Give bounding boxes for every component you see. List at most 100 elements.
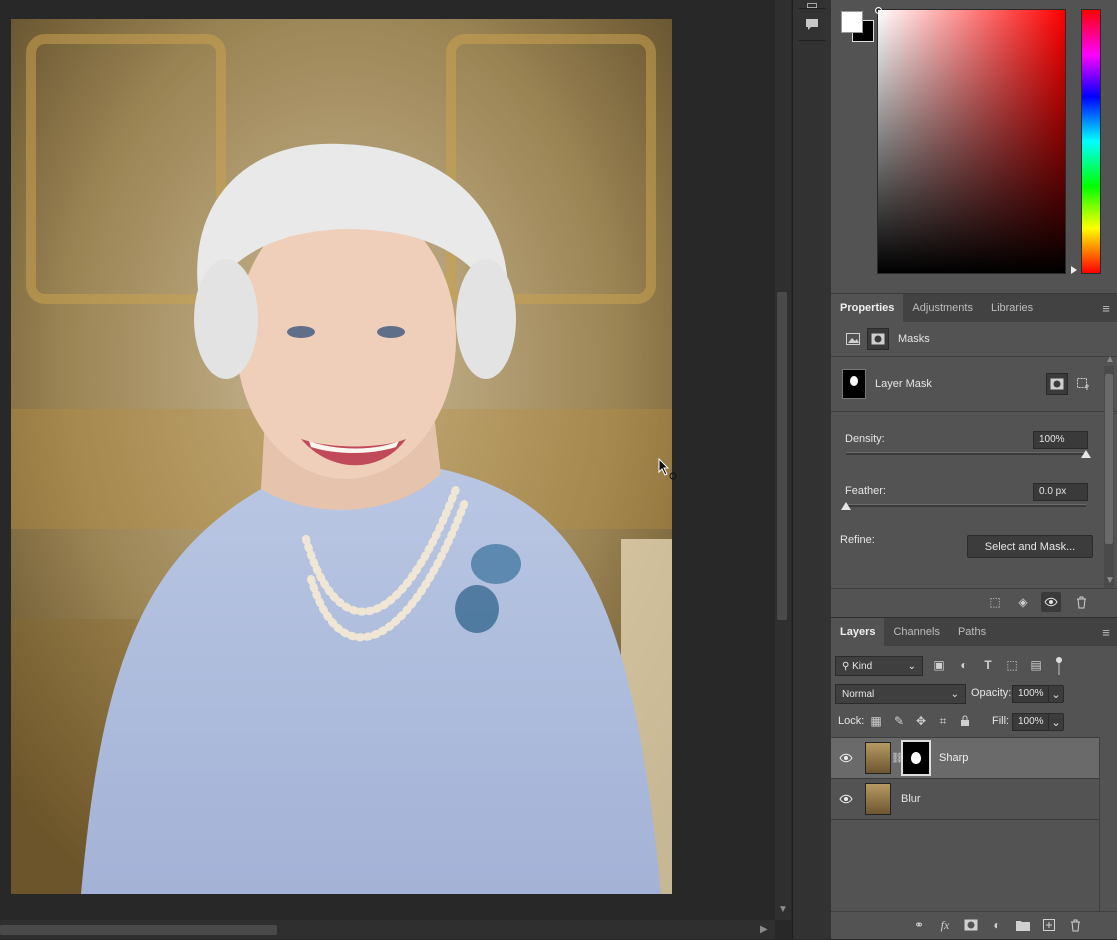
- layer-name[interactable]: Blur: [901, 793, 921, 805]
- feather-label: Feather:: [845, 485, 886, 497]
- chevron-down-icon: ⌄: [907, 660, 916, 672]
- new-layer-icon[interactable]: [1039, 915, 1059, 935]
- move-cursor-icon: [658, 457, 680, 483]
- filter-shape-icon[interactable]: ⬚: [1002, 655, 1022, 675]
- filter-adjustment-icon[interactable]: ◐: [954, 655, 974, 675]
- blend-mode-value: Normal: [842, 688, 875, 700]
- layer-mask-thumbnail[interactable]: [901, 740, 931, 776]
- strip-divider: [799, 8, 825, 9]
- foreground-color-swatch[interactable]: [841, 11, 863, 33]
- new-adjustment-layer-icon[interactable]: ◐: [987, 915, 1007, 935]
- density-label: Density:: [845, 433, 885, 445]
- layer-row-sharp[interactable]: ⛓ Sharp: [831, 738, 1099, 779]
- layers-tabbar: Layers Channels Paths ≡: [831, 618, 1117, 646]
- horizontal-scroll-thumb[interactable]: [0, 925, 277, 935]
- link-layers-icon[interactable]: ⚭: [909, 915, 929, 935]
- properties-scroll-thumb[interactable]: [1105, 374, 1113, 544]
- layer-visibility-eye-icon[interactable]: [831, 753, 861, 763]
- scroll-down-arrow-icon[interactable]: ▼: [778, 904, 788, 915]
- strip-divider: [799, 40, 825, 41]
- feather-slider-thumb[interactable]: [841, 502, 851, 510]
- lock-all-icon[interactable]: [955, 711, 975, 731]
- add-layer-mask-icon[interactable]: [961, 915, 981, 935]
- mask-shape: [911, 752, 921, 764]
- density-slider-thumb[interactable]: [1081, 450, 1091, 458]
- document-image[interactable]: [11, 19, 672, 894]
- layer-mask-label: Layer Mask: [875, 378, 932, 390]
- panel-menu-icon[interactable]: ≡: [1095, 294, 1117, 322]
- lock-artboard-icon[interactable]: ⌗: [933, 711, 953, 731]
- feather-slider-track[interactable]: [846, 504, 1086, 507]
- lock-image-pixels-icon[interactable]: ✎: [889, 711, 909, 731]
- layer-row-blur[interactable]: Blur: [831, 779, 1099, 820]
- portrait-image: [11, 19, 672, 894]
- layer-mask-thumbnail: [842, 369, 866, 399]
- scroll-right-arrow-icon[interactable]: ▶: [760, 924, 768, 935]
- density-input[interactable]: 100%: [1033, 431, 1088, 449]
- layer-thumbnail: [865, 742, 891, 774]
- hue-slider[interactable]: [1081, 9, 1101, 274]
- properties-scroll-up-icon[interactable]: ▲: [1105, 354, 1115, 365]
- tab-properties[interactable]: Properties: [831, 294, 904, 322]
- select-and-mask-button[interactable]: Select and Mask...: [967, 535, 1093, 558]
- load-selection-icon[interactable]: ⬚: [985, 592, 1005, 612]
- filter-toggle-stem: [1058, 663, 1060, 675]
- properties-panel: Properties Adjustments Libraries ≡ Masks…: [831, 294, 1117, 616]
- vector-mask-icon[interactable]: [867, 328, 889, 350]
- mask-shape: [850, 376, 858, 386]
- density-slider-track[interactable]: [846, 452, 1086, 455]
- delete-mask-icon[interactable]: [1071, 592, 1091, 612]
- blend-mode-dropdown[interactable]: Normal ⌄: [835, 684, 966, 704]
- delete-layer-icon[interactable]: [1065, 915, 1085, 935]
- pixel-mask-icon[interactable]: [844, 330, 862, 348]
- add-vector-mask-icon[interactable]: [1073, 374, 1093, 394]
- layers-list: ⛓ Sharp Blur: [831, 737, 1099, 820]
- collapsed-panel-strip: ▭: [792, 0, 832, 939]
- properties-tabbar: Properties Adjustments Libraries ≡: [831, 294, 1117, 322]
- masks-header: Masks: [831, 322, 1117, 357]
- properties-scroll-down-icon[interactable]: ▼: [1105, 575, 1115, 586]
- select-mask-icon[interactable]: [1046, 373, 1068, 395]
- opacity-chevron-icon[interactable]: ⌄: [1048, 685, 1064, 703]
- opacity-label: Opacity:: [971, 687, 1012, 699]
- tab-libraries[interactable]: Libraries: [982, 294, 1042, 322]
- layer-visibility-eye-icon[interactable]: [831, 794, 861, 804]
- filter-kind-dropdown[interactable]: ⚲ Kind ⌄: [835, 656, 923, 676]
- layers-scrollbar[interactable]: [1099, 737, 1117, 911]
- vertical-scroll-thumb[interactable]: [777, 292, 787, 620]
- mask-link-icon[interactable]: ⛓: [891, 753, 904, 764]
- fill-label: Fill:: [992, 715, 1010, 727]
- filter-smart-object-icon[interactable]: ▤: [1026, 655, 1046, 675]
- color-picker-marker[interactable]: [875, 7, 882, 14]
- comments-icon[interactable]: [801, 13, 823, 35]
- search-icon: ⚲: [842, 660, 853, 672]
- lock-position-icon[interactable]: ✥: [911, 711, 931, 731]
- layer-name[interactable]: Sharp: [939, 752, 968, 764]
- layers-footer-icons: ⚭ fx ◐: [909, 915, 1085, 935]
- filter-kind-value: Kind: [852, 660, 873, 672]
- tab-paths[interactable]: Paths: [949, 618, 995, 646]
- tab-layers[interactable]: Layers: [831, 618, 885, 646]
- tab-channels[interactable]: Channels: [884, 618, 948, 646]
- layers-panel: Layers Channels Paths ≡ ⚲ Kind ⌄ ▣ ◐ T ⬚…: [831, 617, 1117, 940]
- properties-footer-divider: [831, 588, 1117, 589]
- layer-mask-row: Layer Mask: [831, 357, 1117, 412]
- fill-chevron-icon[interactable]: ⌄: [1048, 713, 1064, 731]
- disable-mask-eye-icon[interactable]: [1041, 592, 1061, 612]
- layer-style-fx-icon[interactable]: fx: [935, 915, 955, 935]
- saturation-brightness-field[interactable]: [877, 9, 1066, 274]
- layer-thumbnail: [865, 783, 891, 815]
- new-group-folder-icon[interactable]: [1013, 915, 1033, 935]
- filter-pixel-icon[interactable]: ▣: [929, 655, 949, 675]
- masks-section-label: Masks: [898, 333, 930, 345]
- chevron-down-icon: ⌄: [950, 688, 959, 700]
- lock-label: Lock:: [838, 715, 865, 727]
- filter-type-icon[interactable]: T: [978, 655, 998, 675]
- apply-mask-icon[interactable]: ◈: [1013, 592, 1033, 612]
- layers-footer-divider: [831, 911, 1117, 912]
- feather-input[interactable]: 0.0 px: [1033, 483, 1088, 501]
- layers-panel-menu-icon[interactable]: ≡: [1095, 618, 1117, 646]
- tab-adjustments[interactable]: Adjustments: [903, 294, 982, 322]
- lock-transparent-pixels-icon[interactable]: ▦: [866, 711, 886, 731]
- hue-slider-thumb[interactable]: [1071, 266, 1077, 274]
